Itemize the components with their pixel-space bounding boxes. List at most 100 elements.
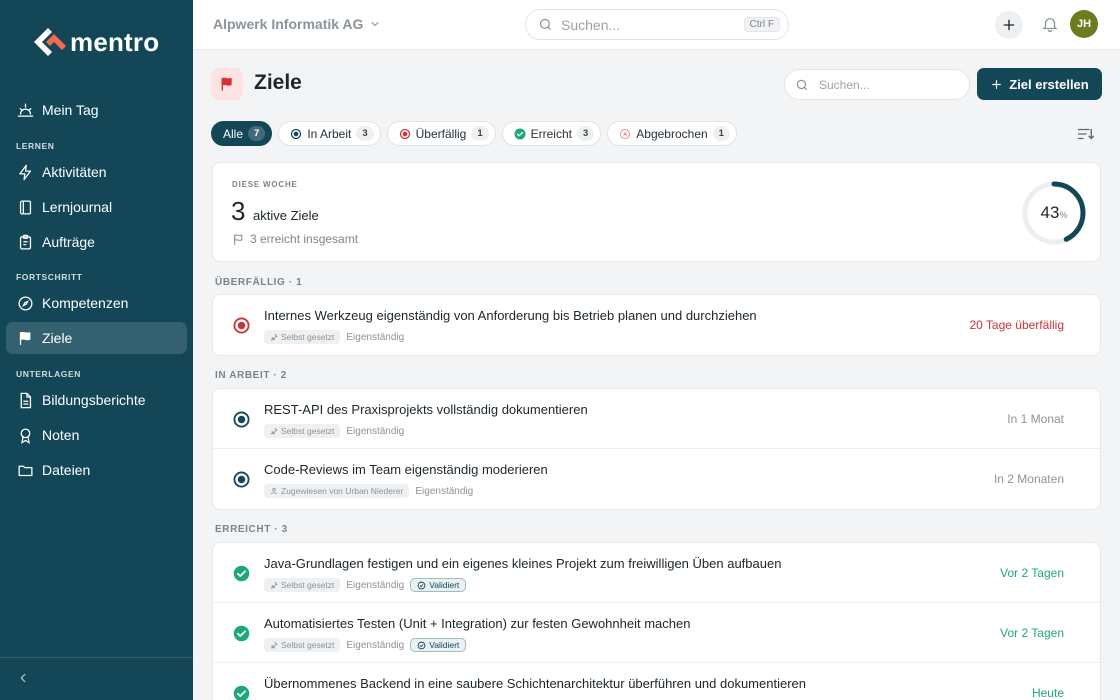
sidebar-item-bildungsberichte[interactable]: Bildungsberichte — [6, 384, 187, 416]
sidebar-item-label: Aktivitäten — [42, 164, 107, 180]
sort-icon[interactable] — [1077, 126, 1095, 142]
collapse-sidebar-icon[interactable] — [16, 671, 30, 685]
validated-badge: Validiert — [410, 578, 467, 592]
global-search[interactable]: Ctrl F — [525, 9, 789, 40]
goal-due: Vor 2 Tagen — [1000, 626, 1064, 640]
goal-row[interactable]: Übernommenes Backend in eine saubere Sch… — [213, 663, 1100, 700]
org-switcher[interactable]: Alpwerk Informatik AG — [213, 16, 381, 32]
filter-chip-cancelled[interactable]: Abgebrochen 1 — [607, 121, 737, 146]
filter-chip-all[interactable]: Alle 7 — [211, 121, 273, 146]
filter-count: 3 — [356, 126, 374, 141]
goal-title: Übernommenes Backend in eine saubere Sch… — [264, 676, 806, 691]
goal-search-input[interactable] — [819, 77, 959, 92]
sidebar-item-dateien[interactable]: Dateien — [6, 454, 187, 486]
group-label-in-progress: IN ARBEIT · 2 — [215, 370, 287, 381]
brand-name: mentro — [70, 26, 160, 57]
filter-count: 3 — [576, 126, 595, 141]
section-label-docs: UNTERLAGEN — [16, 369, 82, 379]
goal-row[interactable]: Automatisiertes Testen (Unit + Integrati… — [213, 603, 1100, 663]
global-search-input[interactable] — [561, 16, 741, 33]
goal-title: Code-Reviews im Team eigenständig moderi… — [264, 462, 548, 477]
progress-percent-unit: % — [1059, 210, 1068, 220]
goal-row[interactable]: Internes Werkzeug eigenständig von Anfor… — [213, 295, 1100, 355]
goal-search[interactable] — [784, 69, 970, 100]
topbar: Alpwerk Informatik AG Ctrl F JH — [193, 0, 1120, 50]
week-label: DIESE WOCHE — [232, 180, 298, 189]
search-icon — [539, 18, 551, 30]
goal-type: Eigenständig — [346, 425, 405, 437]
progress-percent-value: 43 — [1040, 203, 1060, 222]
flag-icon — [16, 329, 34, 347]
sidebar-divider — [0, 657, 193, 658]
goal-origin-tag: Selbst gesetzt — [264, 578, 341, 592]
overdue-status-icon — [233, 317, 250, 334]
clipboard-icon — [16, 233, 34, 251]
award-icon — [16, 426, 34, 444]
goal-row[interactable]: Java-Grundlagen festigen und ein eigenes… — [213, 543, 1100, 603]
goal-list-in-progress: REST-API des Praxisprojekts vollständig … — [212, 388, 1101, 510]
filter-chip-overdue[interactable]: Überfällig 1 — [386, 121, 496, 146]
filter-label: Erreicht — [530, 126, 572, 141]
filter-chip-achieved[interactable]: Erreicht 3 — [501, 121, 602, 146]
goal-title: Internes Werkzeug eigenständig von Anfor… — [264, 308, 757, 323]
goal-title: Automatisiertes Testen (Unit + Integrati… — [264, 616, 691, 631]
active-goals-text: aktive Ziele — [253, 208, 319, 223]
sidebar-item-label: Kompetenzen — [42, 295, 129, 311]
sidebar-item-lernjournal[interactable]: Lernjournal — [6, 191, 187, 223]
pin-icon — [270, 641, 278, 649]
check-circle-icon — [417, 581, 426, 589]
sidebar-item-noten[interactable]: Noten — [6, 419, 187, 451]
filter-label: In Arbeit — [307, 126, 352, 141]
book-icon — [16, 198, 34, 216]
bell-icon[interactable] — [1041, 15, 1059, 33]
cancelled-icon — [620, 128, 631, 139]
search-shortcut: Ctrl F — [743, 17, 780, 32]
achieved-total-text: 3 erreicht insgesamt — [250, 232, 359, 246]
sidebar-item-kompetenzen[interactable]: Kompetenzen — [6, 287, 187, 319]
sidebar-item-auftraege[interactable]: Aufträge — [6, 226, 187, 258]
goal-type: Eigenständig — [346, 579, 405, 591]
goal-list-overdue: Internes Werkzeug eigenständig von Anfor… — [212, 294, 1101, 356]
group-label-overdue: ÜBERFÄLLIG · 1 — [215, 277, 303, 288]
logo-mark-icon — [34, 28, 66, 56]
goal-due: Vor 2 Tagen — [1000, 566, 1064, 580]
folder-icon — [16, 461, 34, 479]
goal-meta: Selbst gesetzt Eigenständig — [264, 330, 404, 344]
avatar[interactable]: JH — [1070, 10, 1098, 38]
filter-bar: Alle 7 In Arbeit 3 Überfällig 1 Erreicht… — [211, 121, 737, 146]
quick-add-button[interactable] — [995, 11, 1023, 39]
document-icon — [16, 391, 34, 409]
goal-row[interactable]: Code-Reviews im Team eigenständig moderi… — [213, 449, 1100, 509]
filter-count: 7 — [248, 126, 266, 141]
sidebar-item-label: Mein Tag — [42, 102, 99, 118]
create-goal-label: Ziel erstellen — [1009, 76, 1089, 92]
goal-type: Eigenständig — [415, 485, 474, 497]
sidebar-item-aktivitaeten[interactable]: Aktivitäten — [6, 156, 187, 188]
pin-icon — [270, 581, 278, 589]
create-goal-button[interactable]: Ziel erstellen — [977, 68, 1102, 100]
sidebar-item-ziele[interactable]: Ziele — [6, 322, 187, 354]
in-progress-status-icon — [233, 411, 250, 428]
goal-origin-tag: Selbst gesetzt — [264, 638, 341, 652]
achieved-status-icon — [233, 625, 250, 642]
sidebar-item-label: Lernjournal — [42, 199, 113, 215]
goal-row[interactable]: REST-API des Praxisprojekts vollständig … — [213, 389, 1100, 449]
org-name: Alpwerk Informatik AG — [213, 16, 364, 32]
goal-due: In 2 Monaten — [993, 472, 1064, 486]
brand-logo[interactable]: mentro — [30, 24, 159, 60]
overdue-icon — [399, 128, 410, 139]
goal-origin-tag: Selbst gesetzt — [264, 424, 341, 438]
goal-type: Eigenständig — [346, 639, 405, 651]
active-goals-count: 3 — [231, 196, 246, 226]
user-icon — [270, 487, 278, 495]
filter-chip-in-progress[interactable]: In Arbeit 3 — [278, 121, 381, 146]
achieved-status-icon — [233, 565, 250, 582]
achieved-total: 3 erreicht insgesamt — [232, 232, 358, 246]
goal-list-achieved: Java-Grundlagen festigen und ein eigenes… — [212, 542, 1101, 700]
goal-due: Heute — [1031, 686, 1064, 700]
sidebar-item-label: Noten — [42, 427, 80, 443]
sidebar-item-label: Dateien — [42, 462, 91, 478]
sidebar-item-mein-tag[interactable]: Mein Tag — [6, 94, 187, 126]
goal-meta: Selbst gesetzt Eigenständig Validiert — [264, 578, 467, 592]
section-label-progress: FORTSCHRITT — [16, 272, 83, 282]
